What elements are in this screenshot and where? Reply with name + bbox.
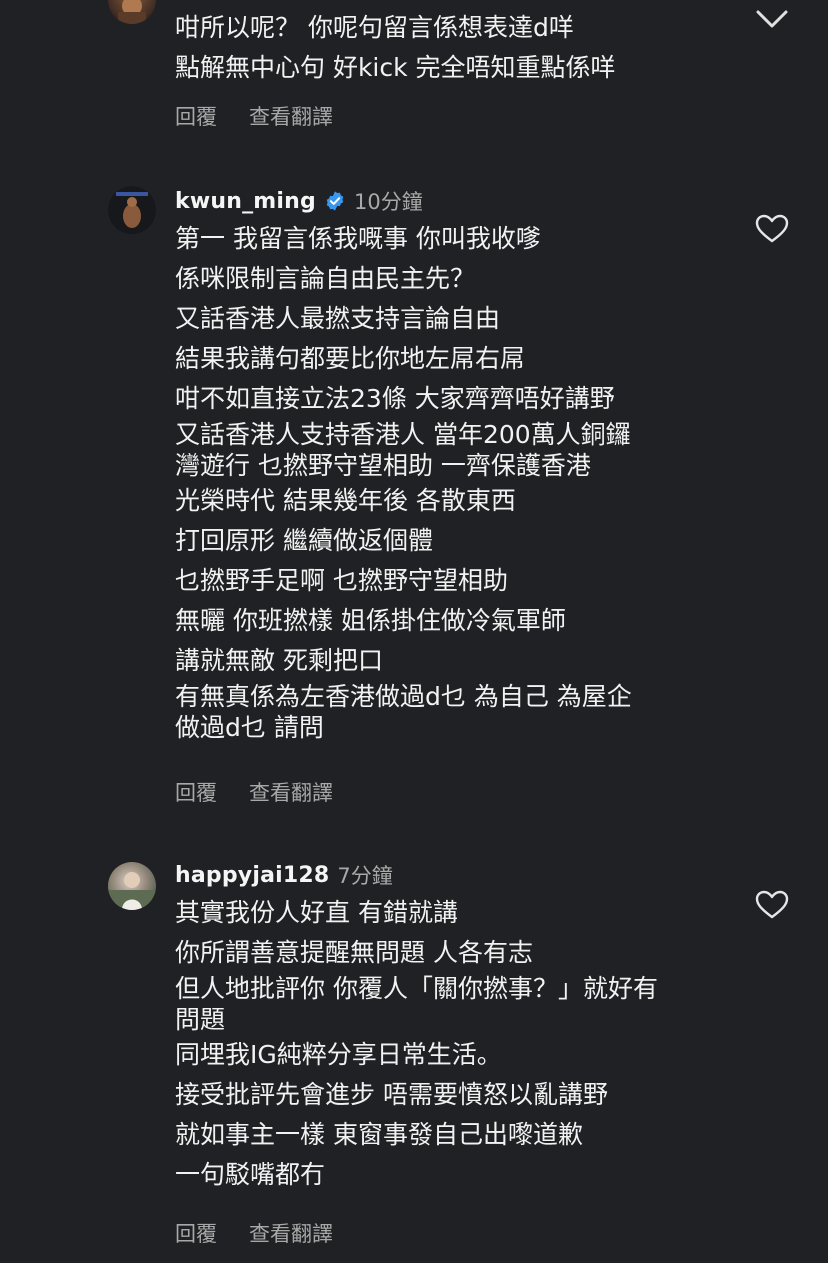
heart-icon[interactable] [755, 890, 789, 920]
comment-header: happyjai128 7分鐘 [175, 860, 393, 890]
avatar[interactable] [108, 0, 156, 24]
comment-line: 係咪限制言論自由民主先？ [175, 264, 476, 293]
reply-button[interactable]: 回覆 [175, 1218, 217, 1248]
comment-text: 其實我份人好直 有錯就講 你所謂善意提醒無問題 人各有志 但人地批評你 你覆人「… [175, 893, 735, 1195]
comment-line: 第一 我留言係我嘅事 你叫我收嗲 [175, 224, 541, 253]
avatar[interactable] [108, 186, 156, 234]
username-link[interactable]: happyjai128 [175, 863, 329, 888]
comment-text: 第一 我留言係我嘅事 你叫我收嗲 係咪限制言論自由民主先？ 又話香港人最撚支持言… [175, 219, 735, 743]
comment-line: 你所謂善意提醒無問題 人各有志 [175, 938, 533, 967]
comment-line: 咁不如直接立法23條 大家齊齊唔好講野 [175, 384, 615, 413]
comment-line: 灣遊行 乜撚野守望相助 一齊保護香港 [175, 451, 591, 480]
comment-line: 打回原形 繼續做返個體 [175, 526, 433, 555]
heart-icon[interactable] [755, 214, 789, 244]
comment-line: 咁所以呢？ 你呢句留言係想表達d咩 [175, 13, 574, 42]
comment-header: kwun_ming 10分鐘 [175, 186, 423, 216]
comment-line: 又話香港人支持香港人 當年200萬人銅鑼 [175, 420, 631, 449]
comment-line: 光榮時代 結果幾年後 各散東西 [175, 486, 516, 515]
see-translation-button[interactable]: 查看翻譯 [249, 101, 333, 131]
username-link[interactable]: kwun_ming [175, 189, 316, 214]
comment-actions: 回覆 查看翻譯 [175, 777, 333, 807]
chevron-down-icon[interactable] [754, 6, 790, 30]
reply-button[interactable]: 回覆 [175, 101, 217, 131]
comment-line: 做過d乜 請問 [175, 713, 324, 742]
comment-line: 其實我份人好直 有錯就講 [175, 898, 458, 927]
verified-badge-icon [326, 191, 344, 211]
reply-button[interactable]: 回覆 [175, 777, 217, 807]
comment-actions: 回覆 查看翻譯 [175, 101, 333, 131]
see-translation-button[interactable]: 查看翻譯 [249, 777, 333, 807]
avatar[interactable] [108, 862, 156, 910]
comment-line: 問題 [175, 1005, 226, 1034]
see-translation-button[interactable]: 查看翻譯 [249, 1218, 333, 1248]
comment-line: 結果我講句都要比你地左屌右屌 [175, 344, 526, 373]
comment-line: 有無真係為左香港做過d乜 為自己 為屋企 [175, 682, 632, 711]
comment-actions: 回覆 查看翻譯 [175, 1218, 333, 1248]
comment-line: 接受批評先會進步 唔需要憤怒以亂講野 [175, 1080, 608, 1109]
comment-line: 點解無中心句 好kick 完全唔知重點係咩 [175, 53, 616, 82]
comment-line: 乜撚野手足啊 乜撚野守望相助 [175, 566, 508, 595]
comment-line: 同埋我IG純粹分享日常生活。 [175, 1040, 502, 1069]
timestamp: 7分鐘 [337, 864, 393, 888]
comment-line: 但人地批評你 你覆人「關你撚事？」就好有 [175, 974, 658, 1003]
comment-text: 咁所以呢？ 你呢句留言係想表達d咩 點解無中心句 好kick 完全唔知重點係咩 [175, 8, 735, 88]
comment-line: 講就無敵 死剩把口 [175, 646, 383, 675]
comment-line: 無曬 你班撚樣 姐係掛住做冷氣軍師 [175, 606, 566, 635]
comment-line: 又話香港人最撚支持言論自由 [175, 304, 501, 333]
comment-line: 一句駁嘴都冇 [175, 1160, 326, 1189]
timestamp: 10分鐘 [353, 190, 423, 214]
comment-line: 就如事主一樣 東窗事發自己出嚟道歉 [175, 1120, 583, 1149]
